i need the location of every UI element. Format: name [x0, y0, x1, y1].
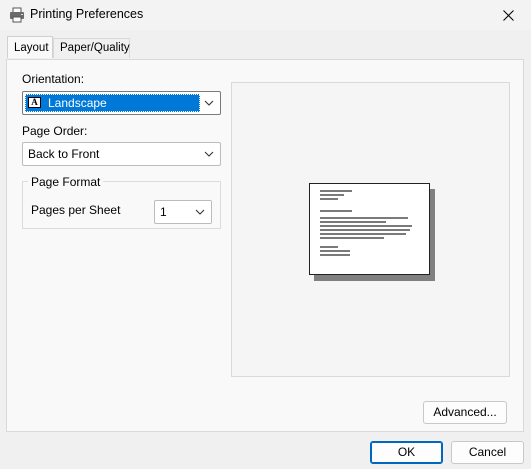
page-format-title: Page Format	[28, 175, 104, 189]
preview-text-line	[320, 229, 410, 231]
chevron-down-icon	[204, 100, 214, 106]
pages-per-sheet-label: Pages per Sheet	[31, 203, 121, 217]
close-icon	[502, 9, 514, 21]
advanced-button[interactable]: Advanced...	[423, 401, 507, 424]
page-order-value: Back to Front	[28, 147, 100, 161]
page-order-select[interactable]: Back to Front	[22, 142, 221, 166]
page-order-label: Page Order:	[22, 124, 88, 138]
cancel-button[interactable]: Cancel	[451, 441, 524, 464]
preview-text-line	[320, 190, 352, 192]
preview-text-line	[320, 254, 350, 256]
preview-text-line	[320, 233, 406, 235]
pages-per-sheet-value: 1	[160, 205, 167, 219]
title-bar: Printing Preferences	[0, 0, 531, 30]
chevron-down-icon	[195, 209, 205, 215]
preview-text-line	[320, 198, 338, 200]
window-title: Printing Preferences	[30, 7, 144, 21]
preview-text-line	[320, 221, 386, 223]
chevron-down-icon	[204, 151, 214, 157]
preview-text-line	[320, 237, 384, 239]
preview-text-line	[320, 194, 344, 196]
close-button[interactable]	[485, 0, 531, 30]
tab-paper-quality[interactable]: Paper/Quality	[53, 38, 130, 58]
ok-button[interactable]: OK	[370, 441, 443, 464]
orientation-label: Orientation:	[22, 72, 85, 86]
page-preview	[309, 183, 430, 275]
preview-text-line	[320, 210, 352, 212]
preview-text-line	[320, 225, 412, 227]
printer-icon	[10, 7, 24, 23]
pages-per-sheet-select[interactable]: 1	[154, 200, 212, 224]
orientation-select[interactable]: A Landscape	[22, 91, 221, 115]
preview-text-line	[320, 217, 408, 219]
tab-layout[interactable]: Layout	[7, 36, 53, 58]
landscape-icon: A	[28, 97, 41, 108]
preview-text-line	[320, 246, 338, 248]
preview-text-line	[320, 250, 350, 252]
orientation-value: Landscape	[48, 96, 107, 110]
